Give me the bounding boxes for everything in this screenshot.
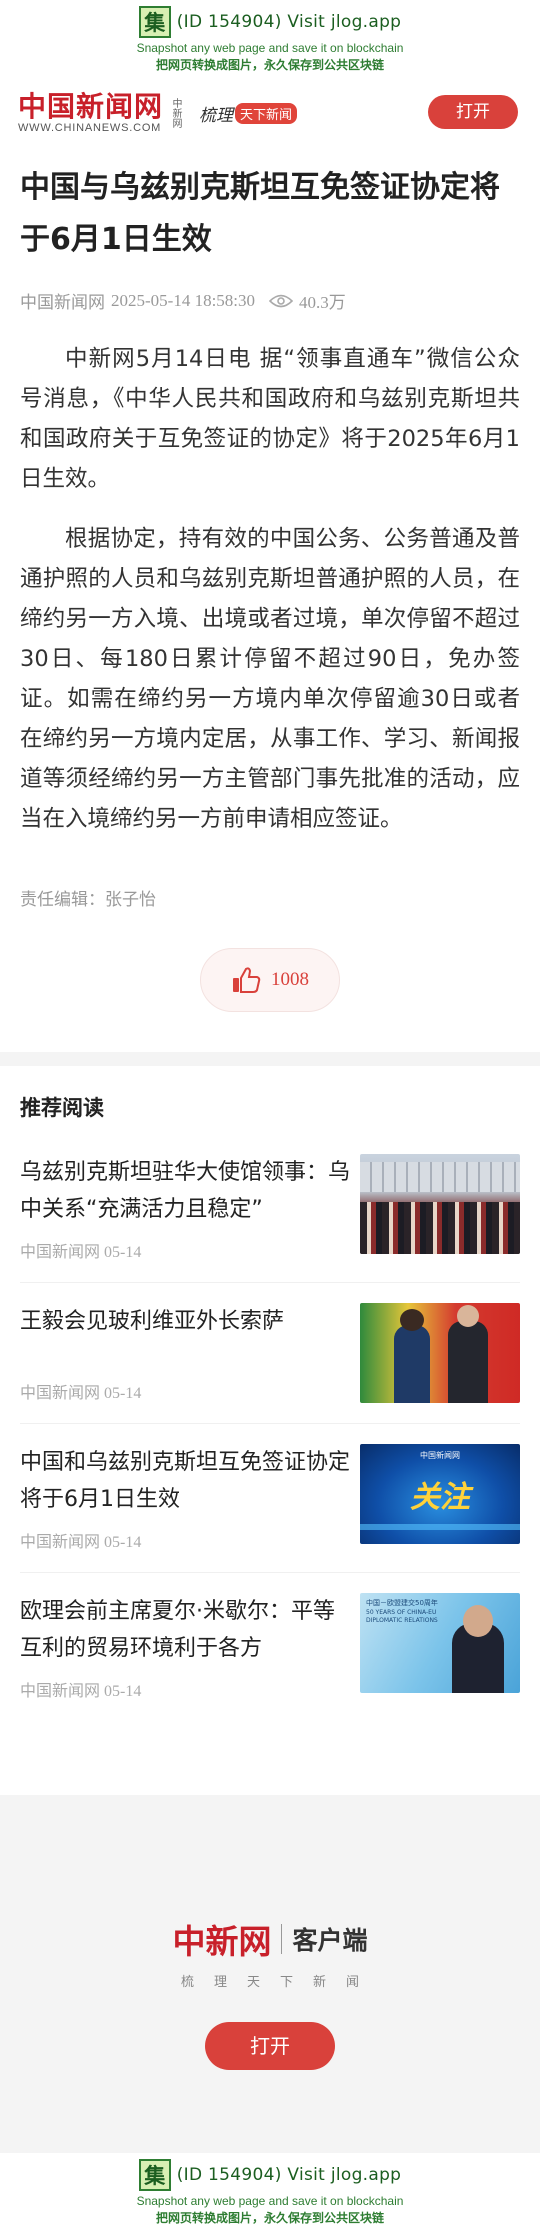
footer-logo-cn: 中新网 xyxy=(172,1922,272,1961)
section-divider xyxy=(0,1052,540,1066)
recommend-item[interactable]: 中国和乌兹别克斯坦互免签证协定将于6月1日生效 中国新闻网 05-14 中国新闻… xyxy=(20,1424,520,1573)
open-app-button[interactable]: 打开 xyxy=(428,95,518,129)
jlog-sub-cn: 把网页转换成图片，永久保存到公共区块链 xyxy=(155,2211,384,2225)
recommend-meta: 中国新闻网 05-14 xyxy=(20,1534,142,1551)
views-count: 40.3万 xyxy=(299,293,346,312)
thumb-caption-cn: 中国－欧盟建交50周年 xyxy=(366,1599,438,1607)
thumb-caption-top: 中国新闻网 xyxy=(420,1451,460,1460)
recommend-meta: 中国新闻网 05-14 xyxy=(20,1683,142,1700)
header-slogan: 梳理 天下新闻 xyxy=(199,101,298,126)
recommend-headline: 王毅会见玻利维亚外长索萨 xyxy=(20,1309,285,1334)
recommend-item[interactable]: 乌兹别克斯坦驻华大使馆领事：乌中关系“充满活力且稳定” 中国新闻网 05-14 xyxy=(20,1134,520,1283)
article-time: 2025-05-14 18:58:30 xyxy=(111,290,256,310)
logo-en: WWW.CHINANEWS.COM xyxy=(18,122,162,134)
article: 中国与乌兹别克斯坦互免签证协定将于6月1日生效 中国新闻网 2025-05-14… xyxy=(0,162,540,1012)
footer-client-label: 客户端 xyxy=(292,1926,368,1955)
site-header: 中国新闻网 WWW.CHINANEWS.COM 中新网 梳理 天下新闻 打开 xyxy=(0,82,540,144)
thumbnail-group-photo xyxy=(360,1154,520,1254)
article-meta: 中国新闻网 2025-05-14 18:58:30 40.3万 xyxy=(20,288,520,313)
logo-side-text: 中新网 xyxy=(170,98,182,128)
article-source: 中国新闻网 xyxy=(20,293,105,312)
thumbnail-handshake-photo xyxy=(360,1303,520,1403)
article-views: 40.3万 xyxy=(269,288,346,313)
thumb-caption-en: 50 YEARS OF CHINA-EU DIPLOMATIC RELATION… xyxy=(366,1609,438,1624)
article-paragraph: 根据协定，持有效的中国公务、公务普通及普通护照的人员和乌兹别克斯坦普通护照的人员… xyxy=(20,526,520,832)
recommend-headline: 中国和乌兹别克斯坦互免签证协定将于6月1日生效 xyxy=(20,1450,351,1512)
like-count: 1008 xyxy=(271,969,309,990)
thumbnail-interview-photo: 中国－欧盟建交50周年 50 YEARS OF CHINA-EU DIPLOMA… xyxy=(360,1593,520,1693)
slogan-part-a: 梳理 xyxy=(199,105,234,126)
jlog-logo-icon: 集 xyxy=(138,6,171,38)
recommend-title: 推荐阅读 xyxy=(20,1096,104,1120)
eye-icon xyxy=(269,294,294,307)
jlog-sub-cn: 把网页转换成图片，永久保存到公共区块链 xyxy=(155,58,384,72)
jlog-banner-top: 集 (ID 154904) Visit jlog.app Snapshot an… xyxy=(0,0,540,82)
recommend-headline: 乌兹别克斯坦驻华大使馆领事：乌中关系“充满活力且稳定” xyxy=(20,1160,351,1222)
recommend-headline: 欧理会前主席夏尔·米歇尔：平等互利的贸易环境利于各方 xyxy=(20,1599,335,1661)
footer-logo-divider xyxy=(281,1924,283,1954)
footer-open-button[interactable]: 打开 xyxy=(205,2022,335,2070)
jlog-main-text[interactable]: (ID 154904) Visit jlog.app xyxy=(177,12,402,32)
like-button[interactable]: 1008 xyxy=(200,948,340,1012)
jlog-banner-bottom: 集 (ID 154904) Visit jlog.app Snapshot an… xyxy=(0,2153,540,2235)
recommend-item[interactable]: 王毅会见玻利维亚外长索萨 中国新闻网 05-14 xyxy=(20,1283,520,1424)
article-editor: 责任编辑：张子怡 xyxy=(20,890,156,910)
recommend-meta: 中国新闻网 05-14 xyxy=(20,1385,142,1402)
logo-cn: 中国新闻网 xyxy=(18,90,164,123)
jlog-sub-en: Snapshot any web page and save it on blo… xyxy=(136,41,404,55)
recommend-item[interactable]: 欧理会前主席夏尔·米歇尔：平等互利的贸易环境利于各方 中国新闻网 05-14 中… xyxy=(20,1573,520,1721)
app-promo-footer: 中新网 客户端 梳理天下新闻 打开 xyxy=(0,1795,540,2153)
site-logo[interactable]: 中国新闻网 WWW.CHINANEWS.COM xyxy=(18,90,164,135)
thumbnail-guanzhu-graphic: 中国新闻网 关注 xyxy=(360,1444,520,1544)
jlog-main-text[interactable]: (ID 154904) Visit jlog.app xyxy=(177,2165,402,2185)
jlog-logo-icon: 集 xyxy=(138,2159,171,2191)
thumbs-up-icon xyxy=(233,967,261,993)
jlog-sub-en: Snapshot any web page and save it on blo… xyxy=(136,2194,404,2208)
recommend-section: 推荐阅读 乌兹别克斯坦驻华大使馆领事：乌中关系“充满活力且稳定” 中国新闻网 0… xyxy=(0,1066,540,1721)
slogan-part-b: 天下新闻 xyxy=(235,102,298,124)
thumb-caption-main: 关注 xyxy=(410,1480,470,1515)
article-title: 中国与乌兹别克斯坦互免签证协定将于6月1日生效 xyxy=(20,170,500,257)
article-paragraph: 中新网5月14日电 据“领事直通车”微信公众号消息，《中华人民共和国政府和乌兹别… xyxy=(20,346,520,492)
footer-slogan: 梳理天下新闻 xyxy=(180,1975,379,1990)
recommend-meta: 中国新闻网 05-14 xyxy=(20,1244,142,1261)
